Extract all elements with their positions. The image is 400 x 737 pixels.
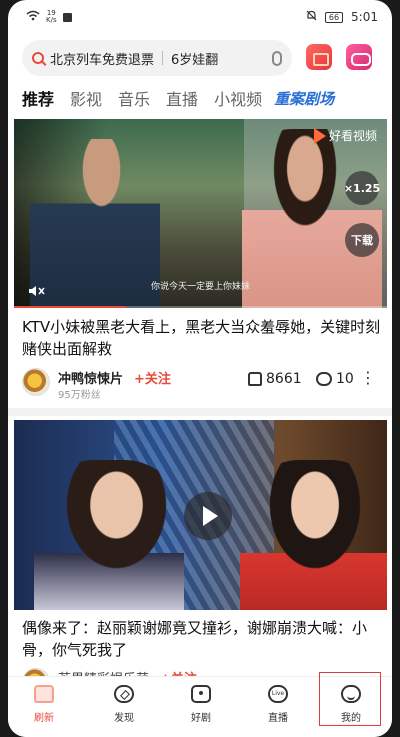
tab-film[interactable]: 影视 [70,86,102,110]
search-bar[interactable]: 北京列车免费退票 6岁娃翻 [22,40,292,76]
nav-good-drama[interactable]: 好剧 [171,685,231,724]
nav-refresh[interactable]: 刷新 [14,685,74,724]
mute-icon[interactable] [28,285,46,300]
download-button[interactable]: 下载 [345,223,379,257]
notification-icon [62,12,72,22]
network-speed: 19 K/s [46,9,57,24]
search-icon [32,52,44,64]
nav-discover[interactable]: 发现 [94,685,154,724]
video-title-1[interactable]: KTV小妹被黑老大看上，黑老大当众羞辱她，关键时刻赌侠出面解救 [22,316,382,360]
nav-label: 直播 [268,713,288,724]
thumbs-up-icon [248,372,262,386]
follow-button[interactable]: +关注 [134,368,171,387]
compass-icon [114,685,134,703]
status-bar: 19 K/s 66 5:01 [8,0,392,36]
live-icon: Live [268,685,288,703]
tab-live[interactable]: 直播 [166,86,198,110]
haokan-logo-text: 好看视频 [328,129,377,143]
comment-button[interactable]: 10 [316,371,354,387]
tv-icon [191,685,211,703]
play-icon[interactable] [184,492,232,540]
video-progress-bar[interactable] [14,306,387,308]
nav-label: 好剧 [191,713,211,724]
clock: 5:01 [351,10,378,24]
tab-music[interactable]: 音乐 [118,86,150,110]
game-controller-icon[interactable] [346,44,372,70]
playback-speed-button[interactable]: ×1.25 [344,171,380,205]
highlight-box [319,672,381,726]
gift-icon[interactable] [306,44,332,70]
tab-short-video[interactable]: 小视频 [214,86,262,110]
video-player-1[interactable]: 好看视频 ×1.25 下载 你说今天一定要上你妹妹 [14,119,387,308]
video-subtitle: 你说今天一定要上你妹妹 [150,282,250,292]
phone-screen: 19 K/s 66 5:01 北京列车免费退票 6岁娃翻 推荐 影视 音乐 直播… [8,0,392,737]
comment-bubble-icon [316,372,332,386]
mic-icon[interactable] [272,50,282,66]
nav-label: 发现 [114,713,134,724]
home-icon [34,685,54,703]
video-frame-figure-left [34,460,184,610]
more-icon[interactable]: ⋮ [360,368,376,387]
video-progress-fill [14,306,126,308]
haokan-logo: 好看视频 [313,127,377,144]
comment-count: 10 [336,371,354,387]
avatar[interactable] [22,368,50,396]
nav-label: 刷新 [34,713,54,724]
like-button[interactable]: 8661 [248,371,302,387]
tab-recommend[interactable]: 推荐 [22,86,54,110]
search-query-secondary[interactable]: 6岁娃翻 [171,49,266,68]
fan-count: 95万粉丝 [58,390,101,401]
author-row-1: 冲鸭惊悚片 +关注 95万粉丝 8661 10 ⋮ [22,366,382,402]
tab-crime-theater[interactable]: 重案剧场 [274,88,334,109]
mute-bell-icon [306,10,317,24]
battery-indicator: 66 [324,11,344,23]
video-player-2[interactable] [14,420,387,610]
channel-tabs: 推荐 影视 音乐 直播 小视频 重案剧场 [22,86,350,110]
search-query-primary[interactable]: 北京列车免费退票 [50,49,154,68]
haokan-logo-icon [313,127,326,144]
like-count: 8661 [266,371,302,387]
video-title-2[interactable]: 偶像来了：赵丽颖谢娜竟又撞衫，谢娜崩溃大喊：小骨，你气死我了 [22,617,382,661]
feed-divider [8,408,392,416]
search-separator [162,51,164,65]
video-frame-figure-right [240,460,387,610]
wifi-icon [26,10,40,24]
nav-live[interactable]: Live 直播 [248,685,308,724]
author-name[interactable]: 冲鸭惊悚片 [58,368,123,387]
